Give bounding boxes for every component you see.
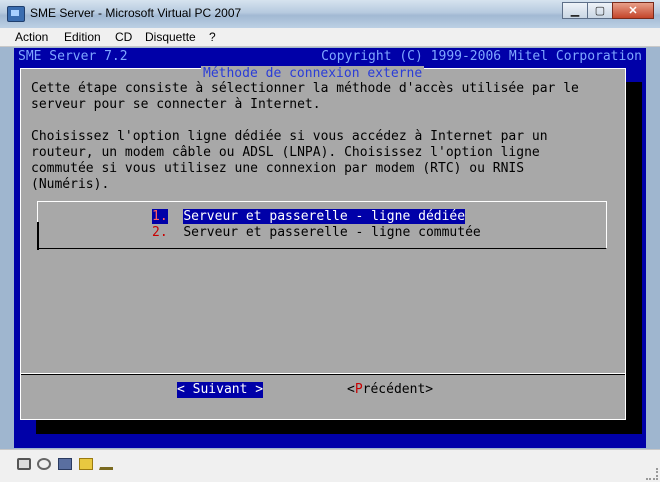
body-line: Cette étape consiste à sélectionner la m…	[31, 81, 579, 96]
close-button[interactable]: ✕	[612, 2, 654, 19]
window-title: SME Server - Microsoft Virtual PC 2007	[30, 6, 242, 20]
bracket-left: <	[347, 382, 355, 397]
folder-icon[interactable]	[79, 458, 93, 470]
previous-label: récédent	[362, 382, 426, 397]
connection-method-dialog: Méthode de connexion externe Cette étape…	[20, 66, 626, 420]
menu-bar: Action Edition CD Disquette ?	[0, 28, 660, 47]
window-controls: ▁ ▢ ✕	[562, 2, 654, 20]
vm-screen[interactable]: SME Server 7.2 Copyright (C) 1999-2006 M…	[14, 48, 646, 448]
body-line: routeur, un modem câble ou ADSL (LNPA). …	[31, 145, 540, 160]
bracket-left: <	[177, 382, 185, 397]
usb-icon[interactable]	[99, 458, 113, 470]
menu-action[interactable]: Action	[15, 30, 48, 44]
option-dialup-line[interactable]: 2. Serveur et passerelle - ligne commuté…	[152, 225, 481, 241]
menu-help[interactable]: ?	[209, 30, 216, 44]
button-separator-shadow	[21, 374, 625, 375]
option-number: 1.	[152, 209, 168, 224]
next-button[interactable]: < Suivant >	[177, 382, 264, 398]
network-icon[interactable]	[17, 458, 31, 470]
menu-disquette[interactable]: Disquette	[145, 30, 196, 44]
body-line	[31, 113, 579, 129]
status-bar	[0, 449, 660, 482]
option-number: 2.	[152, 225, 168, 240]
hotkey	[185, 382, 193, 397]
previous-button[interactable]: <Précédent>	[347, 382, 433, 398]
title-bar: SME Server - Microsoft Virtual PC 2007 ▁…	[0, 0, 660, 29]
minimize-button[interactable]: ▁	[562, 2, 588, 19]
menu-edition[interactable]: Edition	[64, 30, 101, 44]
body-line: serveur pour se connecter à Internet.	[31, 97, 321, 112]
hotkey: P	[354, 382, 363, 397]
option-label: Serveur et passerelle - ligne commutée	[183, 225, 481, 240]
bracket-right: >	[247, 382, 264, 397]
option-label: Serveur et passerelle - ligne dédiée	[183, 209, 466, 224]
header-copyright: Copyright (C) 1999-2006 Mitel Corporatio…	[321, 49, 642, 64]
dialog-title: Méthode de connexion externe	[201, 66, 425, 82]
options-list: 1. Serveur et passerelle - ligne dédiée …	[37, 201, 607, 250]
cd-icon[interactable]	[37, 458, 51, 470]
option-dedicated-line[interactable]: 1. Serveur et passerelle - ligne dédiée	[152, 209, 466, 225]
bracket-right: >	[425, 382, 434, 397]
menu-cd[interactable]: CD	[115, 30, 132, 44]
dialog-body: Cette étape consiste à sélectionner la m…	[31, 81, 579, 193]
virtual-pc-icon	[7, 6, 25, 22]
header-product: SME Server 7.2	[18, 49, 128, 64]
body-line: (Numéris).	[31, 177, 110, 192]
floppy-icon[interactable]	[58, 458, 72, 470]
resize-grip-icon[interactable]	[646, 468, 658, 480]
body-line: Choisissez l'option ligne dédiée si vous…	[31, 129, 548, 144]
maximize-button[interactable]: ▢	[587, 2, 613, 19]
next-label: Suivant	[192, 382, 248, 397]
body-line: commutée si vous utilisez une connexion …	[31, 161, 525, 176]
